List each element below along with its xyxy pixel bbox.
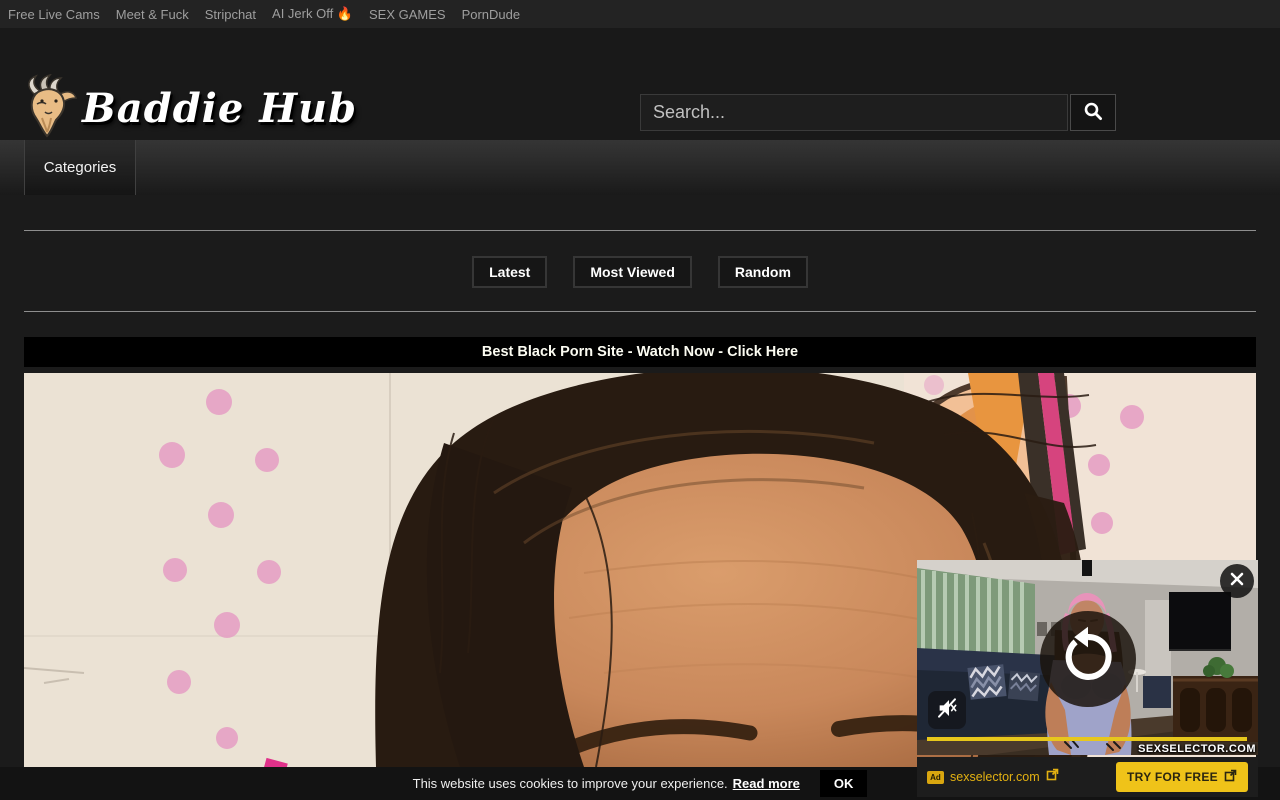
ad-footer-bar: Ad sexselector.com TRY FOR FREE: [917, 757, 1258, 797]
close-icon: [1229, 571, 1245, 592]
replay-icon: [1055, 624, 1121, 695]
latest-button[interactable]: Latest: [472, 256, 547, 288]
ad-watermark: SEXSELECTOR.COM: [1138, 743, 1256, 755]
floating-video-ad: SEXSELECTOR.COM Ad sexselector.com TRY F…: [917, 560, 1258, 797]
random-button[interactable]: Random: [718, 256, 808, 288]
muted-speaker-icon: [935, 696, 959, 725]
search-icon: [1083, 101, 1103, 124]
search-bar: [640, 94, 1116, 131]
toplink-free-live-cams[interactable]: Free Live Cams: [8, 7, 100, 22]
site-title: Baddie Hub: [82, 85, 357, 132]
cookie-message: This website uses cookies to improve you…: [413, 776, 728, 791]
cookie-read-more-link[interactable]: Read more: [733, 776, 800, 791]
search-button[interactable]: [1070, 94, 1116, 131]
ad-link-label: sexselector.com: [950, 770, 1040, 784]
toplink-ai-jerk-off[interactable]: AI Jerk Off 🔥: [272, 6, 353, 22]
text-ad-banner[interactable]: Best Black Porn Site - Watch Now - Click…: [24, 337, 1256, 367]
external-link-icon: [1046, 768, 1059, 786]
toplink-stripchat[interactable]: Stripchat: [205, 7, 256, 22]
divider-bottom: [24, 311, 1256, 312]
ad-mute-button[interactable]: [928, 691, 966, 729]
main-nav: Categories: [0, 140, 1280, 195]
nav-item-categories[interactable]: Categories: [24, 140, 136, 195]
toplink-meet-and-fuck[interactable]: Meet & Fuck: [116, 7, 189, 22]
ad-video-player[interactable]: SEXSELECTOR.COM: [917, 560, 1258, 755]
ad-progress-bar[interactable]: [927, 737, 1247, 741]
site-logo[interactable]: Baddie Hub: [20, 74, 357, 143]
divider-top: [24, 230, 1256, 231]
goat-icon: [20, 74, 78, 143]
toplink-sex-games[interactable]: SEX GAMES: [369, 7, 446, 22]
try-for-free-button[interactable]: TRY FOR FREE: [1116, 762, 1248, 792]
cookie-ok-button[interactable]: OK: [820, 770, 868, 797]
ad-replay-button[interactable]: [1040, 611, 1136, 707]
ad-badge: Ad: [927, 771, 944, 784]
ad-close-button[interactable]: [1220, 564, 1254, 598]
most-viewed-button[interactable]: Most Viewed: [573, 256, 692, 288]
site-header: Baddie Hub: [0, 28, 1280, 140]
external-link-icon: [1224, 769, 1237, 785]
toplink-porndude[interactable]: PornDude: [462, 7, 521, 22]
search-input[interactable]: [640, 94, 1068, 131]
ad-advertiser-link[interactable]: Ad sexselector.com: [927, 768, 1059, 786]
cta-label: TRY FOR FREE: [1127, 770, 1218, 784]
sort-filter-row: Latest Most Viewed Random: [0, 256, 1280, 288]
top-links-bar: Free Live Cams Meet & Fuck Stripchat AI …: [0, 0, 1280, 28]
